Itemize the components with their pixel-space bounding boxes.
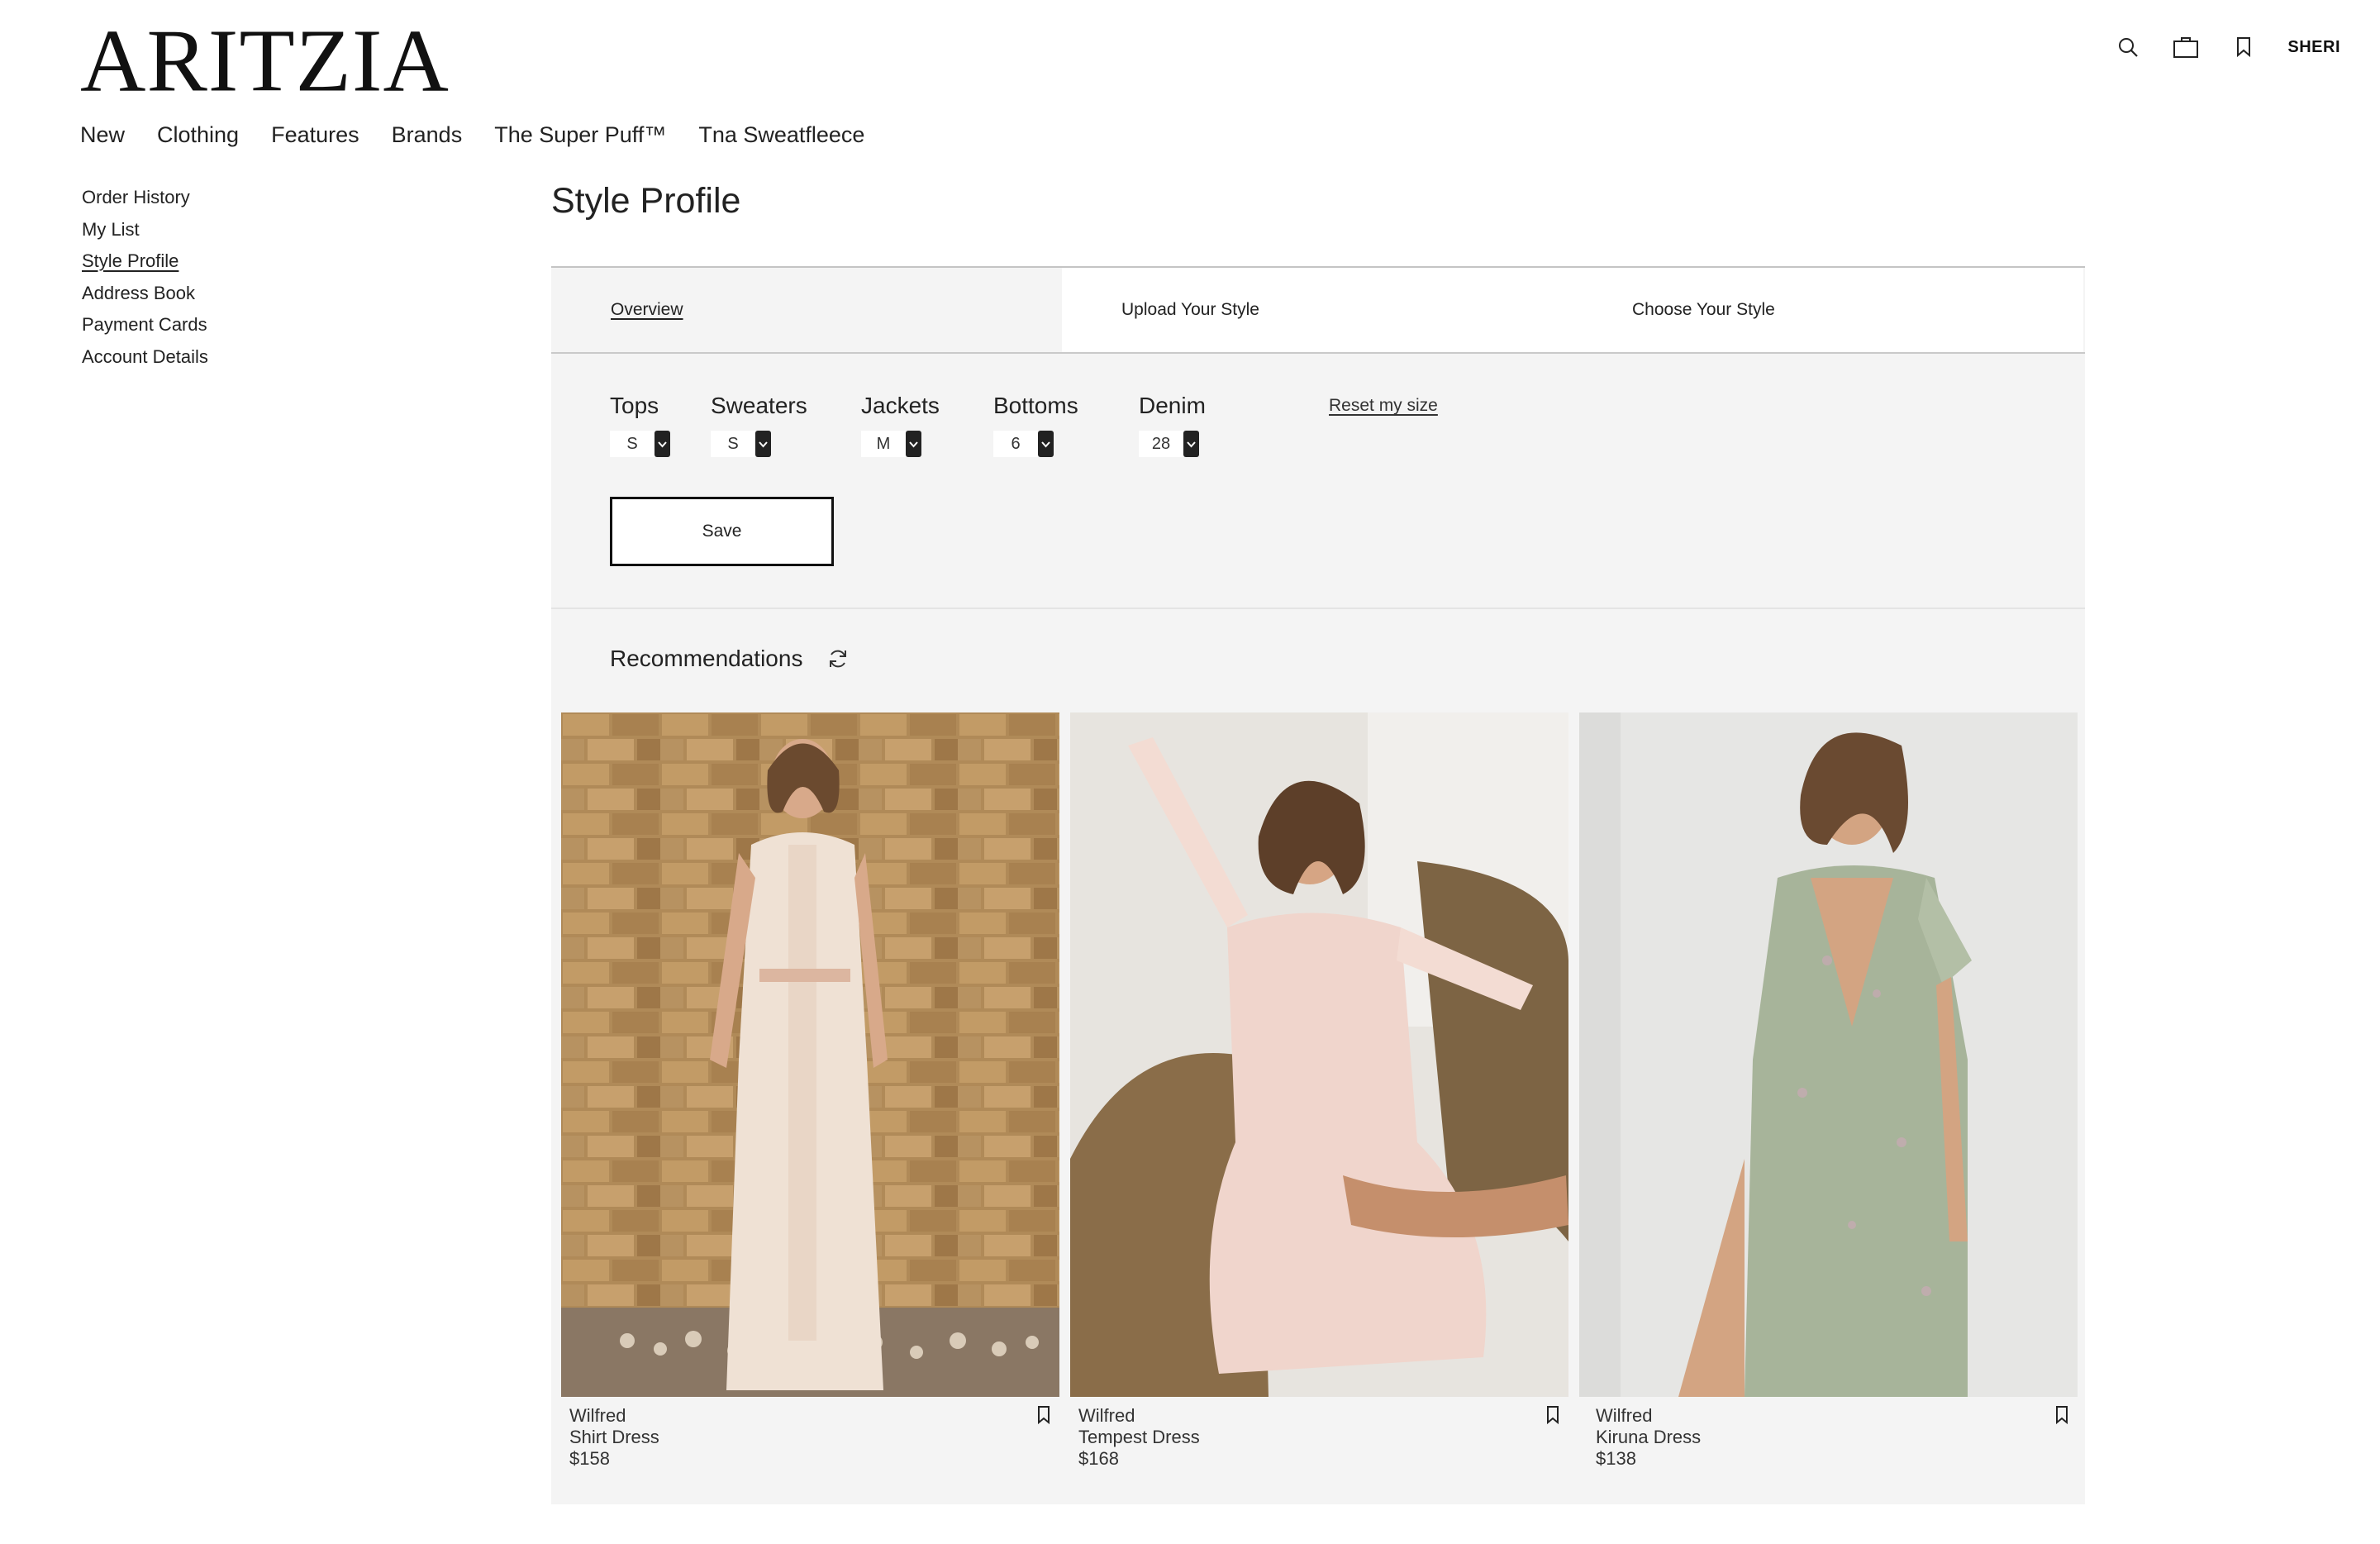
product-name[interactable]: Kiruna Dress [1596, 1427, 2069, 1448]
chevron-down-icon [755, 431, 771, 457]
product-price: $158 [569, 1448, 610, 1469]
product-brand[interactable]: Wilfred [1078, 1405, 1560, 1427]
size-group-sweaters: Sweaters S [711, 392, 861, 457]
product-brand[interactable]: Wilfred [1596, 1405, 2069, 1427]
chevron-down-icon [1038, 431, 1054, 457]
product-image[interactable] [1070, 712, 1568, 1397]
size-label: Bottoms [993, 393, 1078, 418]
jackets-size-select[interactable]: M [861, 431, 993, 457]
size-value: M [861, 431, 906, 457]
main-nav: New Clothing Features Brands The Super P… [80, 122, 864, 148]
bookmark-icon[interactable] [1545, 1405, 1564, 1427]
aritzia-logo[interactable]: ARITZIA [80, 16, 450, 105]
size-value: S [610, 431, 654, 457]
recommendations-section: Recommendations Wilfred Shirt Dress $158… [551, 608, 2085, 1506]
product-info: Wilfred Tempest Dress $168 [1070, 1397, 1568, 1470]
reset-size-link[interactable]: Reset my size [1329, 396, 1438, 416]
recommendations-header: Recommendations [610, 646, 850, 672]
size-label: Jackets [861, 393, 940, 418]
product-image[interactable] [1579, 712, 2078, 1397]
sidebar-item-my-list[interactable]: My List [82, 214, 208, 246]
product-card: Wilfred Tempest Dress $168 [1070, 712, 1568, 1470]
sidebar-item-order-history[interactable]: Order History [82, 182, 208, 214]
denim-size-select[interactable]: 28 [1139, 431, 1263, 457]
header-utility-bar: SHERI [2114, 33, 2340, 61]
size-label: Tops [610, 393, 659, 418]
chevron-down-icon [1183, 431, 1199, 457]
size-preferences: Tops S Sweaters S Jackets M Bottoms 6 De… [610, 392, 1263, 457]
size-group-jackets: Jackets M [861, 392, 993, 457]
nav-item-new[interactable]: New [80, 122, 125, 148]
nav-item-super-puff[interactable]: The Super Puff™ [494, 122, 666, 148]
nav-item-features[interactable]: Features [271, 122, 359, 148]
chevron-down-icon [654, 431, 670, 457]
size-group-bottoms: Bottoms 6 [993, 392, 1139, 457]
tab-upload-your-style[interactable]: Upload Your Style [1062, 268, 1573, 352]
nav-item-tna-sweatfleece[interactable]: Tna Sweatfleece [698, 122, 864, 148]
size-value: 6 [993, 431, 1038, 457]
account-user-link[interactable]: SHERI [2287, 38, 2340, 57]
bookmark-icon[interactable] [2230, 33, 2258, 61]
sweaters-size-select[interactable]: S [711, 431, 861, 457]
product-image[interactable] [561, 712, 1059, 1397]
product-info: Wilfred Kiruna Dress $138 [1579, 1397, 2078, 1470]
search-icon[interactable] [2114, 33, 2142, 61]
style-profile-panel: Overview Upload Your Style Choose Your S… [551, 266, 2085, 1504]
size-group-tops: Tops S [610, 392, 711, 457]
size-value: S [711, 431, 755, 457]
product-name[interactable]: Tempest Dress [1078, 1427, 1560, 1448]
bookmark-icon[interactable] [2054, 1405, 2073, 1427]
account-sidebar: Order History My List Style Profile Addr… [82, 182, 208, 373]
refresh-icon[interactable] [826, 646, 850, 671]
sidebar-item-address-book[interactable]: Address Book [82, 278, 208, 310]
sidebar-item-style-profile[interactable]: Style Profile [82, 245, 208, 278]
bookmark-icon[interactable] [1036, 1405, 1054, 1427]
product-name[interactable]: Shirt Dress [569, 1427, 1051, 1448]
product-price: $168 [1078, 1448, 1119, 1469]
bottoms-size-select[interactable]: 6 [993, 431, 1139, 457]
tops-size-select[interactable]: S [610, 431, 711, 457]
size-value: 28 [1139, 431, 1183, 457]
nav-item-clothing[interactable]: Clothing [157, 122, 239, 148]
product-brand[interactable]: Wilfred [569, 1405, 1051, 1427]
recommendations-title: Recommendations [610, 646, 803, 671]
style-profile-tabs: Overview Upload Your Style Choose Your S… [551, 268, 2085, 354]
save-button[interactable]: Save [610, 497, 834, 566]
size-label: Sweaters [711, 393, 807, 418]
size-label: Denim [1139, 393, 1206, 418]
product-price: $138 [1596, 1448, 1636, 1469]
product-card: Wilfred Shirt Dress $158 [561, 712, 1059, 1470]
sidebar-item-payment-cards[interactable]: Payment Cards [82, 309, 208, 341]
tab-overview[interactable]: Overview [551, 268, 1062, 352]
tab-choose-your-style[interactable]: Choose Your Style [1573, 268, 2083, 352]
size-group-denim: Denim 28 [1139, 392, 1263, 457]
product-info: Wilfred Shirt Dress $158 [561, 1397, 1059, 1470]
shopping-bag-icon[interactable] [2172, 33, 2200, 61]
nav-item-brands[interactable]: Brands [392, 122, 463, 148]
page-title: Style Profile [551, 181, 741, 221]
sidebar-item-account-details[interactable]: Account Details [82, 341, 208, 374]
chevron-down-icon [906, 431, 921, 457]
product-card: Wilfred Kiruna Dress $138 [1579, 712, 2078, 1470]
